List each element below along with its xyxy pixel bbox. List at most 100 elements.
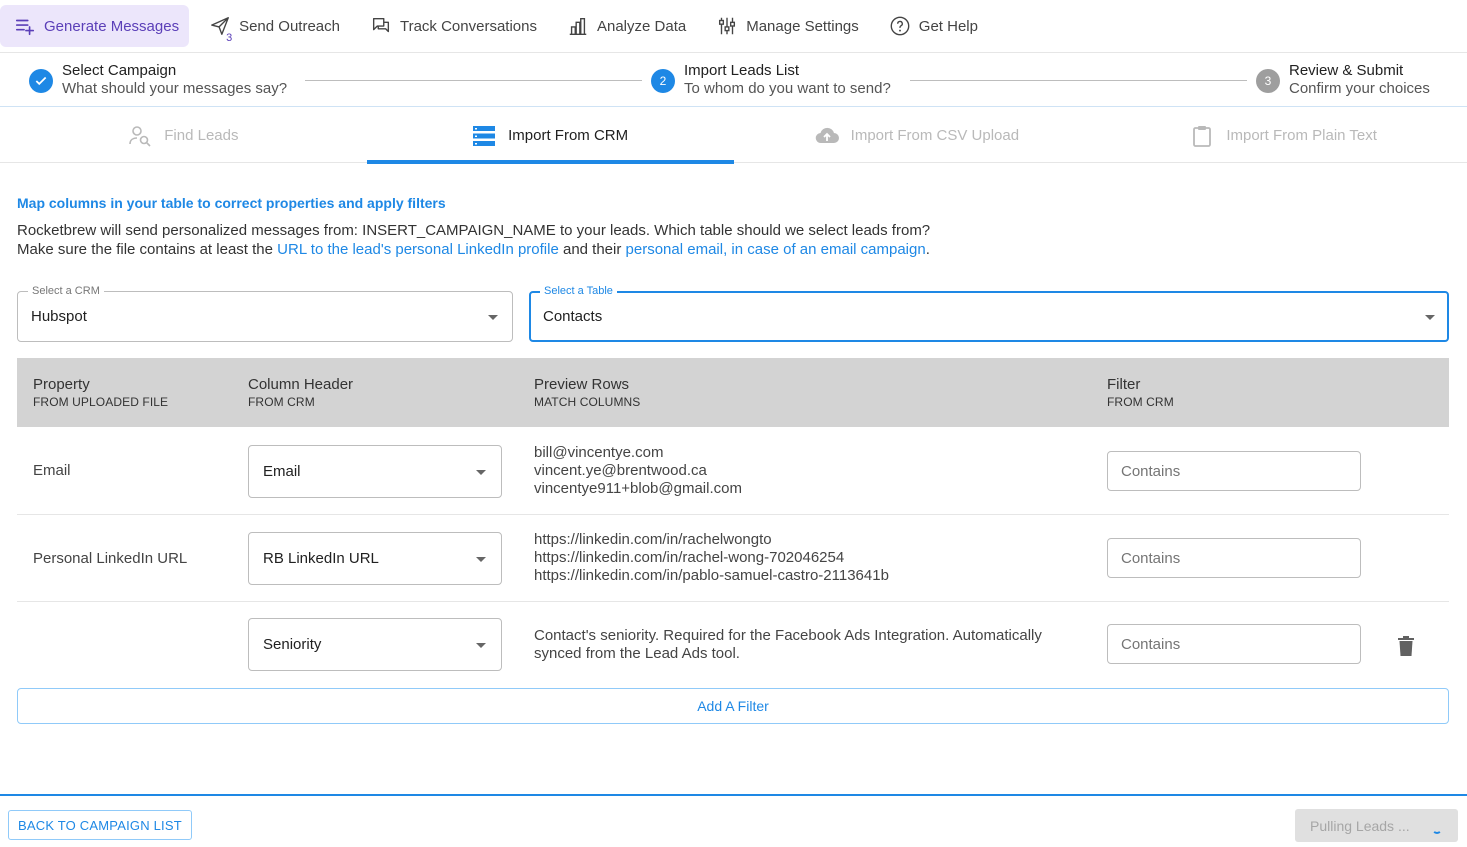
filter-input[interactable]: [1107, 451, 1361, 491]
preview-row: https://linkedin.com/in/rachel-wong-7020…: [534, 549, 845, 566]
description-text: .: [925, 241, 930, 258]
footer-bar: BACK TO CAMPAIGN LIST Pulling Leads ...: [0, 794, 1467, 847]
header-filter: Filter FROM CRM: [1107, 376, 1174, 411]
sliders-icon: [719, 17, 736, 35]
tab-import-from-plain-text[interactable]: Import From Plain Text: [1100, 108, 1467, 163]
table-row: Email Email bill@vincentye.com vincent.y…: [17, 427, 1449, 515]
tab-label: Import From CRM: [508, 127, 629, 144]
step-connector: [910, 80, 1247, 81]
mapping-table-header: Property FROM UPLOADED FILE Column Heade…: [17, 358, 1449, 427]
description-line-2: Make sure the file contains at least the…: [17, 240, 930, 259]
filter-input[interactable]: [1107, 624, 1361, 664]
column-header-value: Seniority: [263, 636, 322, 653]
top-navigation: Generate Messages 3 Send Outreach Track …: [0, 0, 1467, 53]
loading-spinner-icon: [1432, 824, 1442, 834]
nav-generate-messages[interactable]: Generate Messages: [0, 5, 190, 47]
add-filter-button[interactable]: Add A Filter: [17, 688, 1449, 724]
preview-row: https://linkedin.com/in/rachelwongto: [534, 531, 772, 548]
step-review-submit[interactable]: 3 Review & Submit Confirm your choices: [1256, 62, 1430, 98]
column-header-select[interactable]: Seniority: [248, 618, 502, 671]
property-name: Email: [33, 462, 71, 479]
column-header-value: Email: [263, 463, 301, 480]
step-import-leads[interactable]: 2 Import Leads List To whom do you want …: [651, 62, 891, 98]
step-subtitle: To whom do you want to send?: [684, 80, 891, 97]
step-select-campaign[interactable]: Select Campaign What should your message…: [29, 62, 287, 98]
trash-icon[interactable]: [1398, 636, 1414, 656]
caret-down-icon: [488, 315, 498, 320]
chat-icon: [372, 17, 390, 33]
column-header-select[interactable]: Email: [248, 445, 502, 498]
crm-select-label: Select a CRM: [28, 285, 104, 297]
tab-import-from-crm[interactable]: Import From CRM: [366, 108, 734, 164]
header-subtitle: FROM UPLOADED FILE: [33, 395, 169, 409]
nav-manage-settings[interactable]: Manage Settings: [702, 5, 869, 47]
nav-label: Analyze Data: [596, 17, 687, 35]
header-column-header: Column Header FROM CRM: [248, 376, 353, 411]
preview-row: Contact's seniority. Required for the Fa…: [534, 627, 1042, 644]
tab-label: Import From CSV Upload: [850, 127, 1020, 144]
person-search-icon: [129, 125, 151, 147]
header-property: Property FROM UPLOADED FILE: [33, 376, 168, 411]
table-row: Seniority Contact's seniority. Required …: [17, 602, 1449, 688]
property-name: Personal LinkedIn URL: [33, 550, 188, 567]
description-line-1: Rocketbrew will send personalized messag…: [17, 222, 931, 239]
tab-find-leads[interactable]: Find Leads: [0, 108, 367, 163]
table-row: Personal LinkedIn URL RB LinkedIn URL ht…: [17, 515, 1449, 602]
preview-rows: Contact's seniority. Required for the Fa…: [534, 627, 1042, 663]
help-icon: [890, 16, 910, 36]
section-title: Map columns in your table to correct pro…: [17, 195, 446, 211]
column-header-value: RB LinkedIn URL: [263, 550, 379, 567]
tab-import-from-csv[interactable]: Import From CSV Upload: [734, 108, 1101, 163]
description: Rocketbrew will send personalized messag…: [17, 221, 930, 259]
header-subtitle: FROM CRM: [1107, 395, 1174, 409]
table-select[interactable]: Select a Table Contacts: [529, 285, 1449, 342]
check-icon: [29, 69, 53, 93]
back-to-campaign-list-button[interactable]: BACK TO CAMPAIGN LIST: [8, 810, 192, 840]
cloud-upload-icon: [815, 127, 839, 143]
step-number: 3: [1256, 69, 1280, 93]
progress-stepper: Select Campaign What should your message…: [0, 54, 1467, 107]
column-header-select[interactable]: RB LinkedIn URL: [248, 532, 502, 585]
preview-row: vincentye911+blob@gmail.com: [534, 480, 742, 497]
header-subtitle: FROM CRM: [248, 395, 315, 409]
nav-label: Send Outreach: [239, 17, 340, 35]
linkedin-url-link[interactable]: URL to the lead's personal LinkedIn prof…: [277, 241, 559, 258]
personal-email-link[interactable]: personal email, in case of an email camp…: [626, 241, 926, 258]
table-select-value: Contacts: [543, 308, 603, 325]
step-number: 2: [651, 69, 675, 93]
clipboard-icon: [1193, 125, 1212, 147]
header-preview-rows: Preview Rows MATCH COLUMNS: [534, 376, 640, 411]
preview-row: https://linkedin.com/in/pablo-samuel-cas…: [534, 567, 889, 584]
description-text: Make sure the file contains at least the: [17, 241, 278, 258]
header-title: Filter: [1107, 376, 1141, 393]
caret-down-icon: [476, 557, 486, 562]
playlist-add-icon: [15, 19, 35, 36]
header-subtitle: MATCH COLUMNS: [534, 395, 641, 409]
description-text: and their: [558, 241, 626, 258]
nav-track-conversations[interactable]: Track Conversations: [356, 5, 547, 47]
nav-label: Manage Settings: [746, 17, 859, 35]
header-title: Column Header: [248, 376, 354, 393]
crm-select[interactable]: Select a CRM Hubspot: [17, 285, 513, 342]
filter-input[interactable]: [1107, 538, 1361, 578]
step-title: Select Campaign: [62, 62, 177, 79]
step-title: Import Leads List: [684, 62, 800, 79]
table-select-label: Select a Table: [540, 285, 617, 297]
nav-analyze-data[interactable]: Analyze Data: [553, 5, 696, 47]
crm-select-value: Hubspot: [31, 308, 87, 325]
caret-down-icon: [476, 643, 486, 648]
step-subtitle: What should your messages say?: [62, 80, 288, 97]
nav-badge: 3: [226, 32, 233, 44]
import-tabs: Find Leads Import From CRM Import From C…: [0, 108, 1467, 164]
tab-label: Find Leads: [164, 127, 239, 144]
nav-label: Generate Messages: [44, 17, 180, 35]
preview-row: synced from the Lead Ads tool.: [534, 645, 740, 662]
tab-label: Import From Plain Text: [1226, 127, 1377, 144]
nav-send-outreach[interactable]: 3 Send Outreach: [195, 5, 350, 47]
nav-label: Get Help: [918, 17, 978, 35]
preview-rows: https://linkedin.com/in/rachelwongto htt…: [534, 531, 889, 585]
caret-down-icon: [1425, 315, 1435, 320]
nav-get-help[interactable]: Get Help: [875, 5, 988, 47]
step-title: Review & Submit: [1289, 62, 1404, 79]
header-title: Property: [33, 376, 90, 393]
